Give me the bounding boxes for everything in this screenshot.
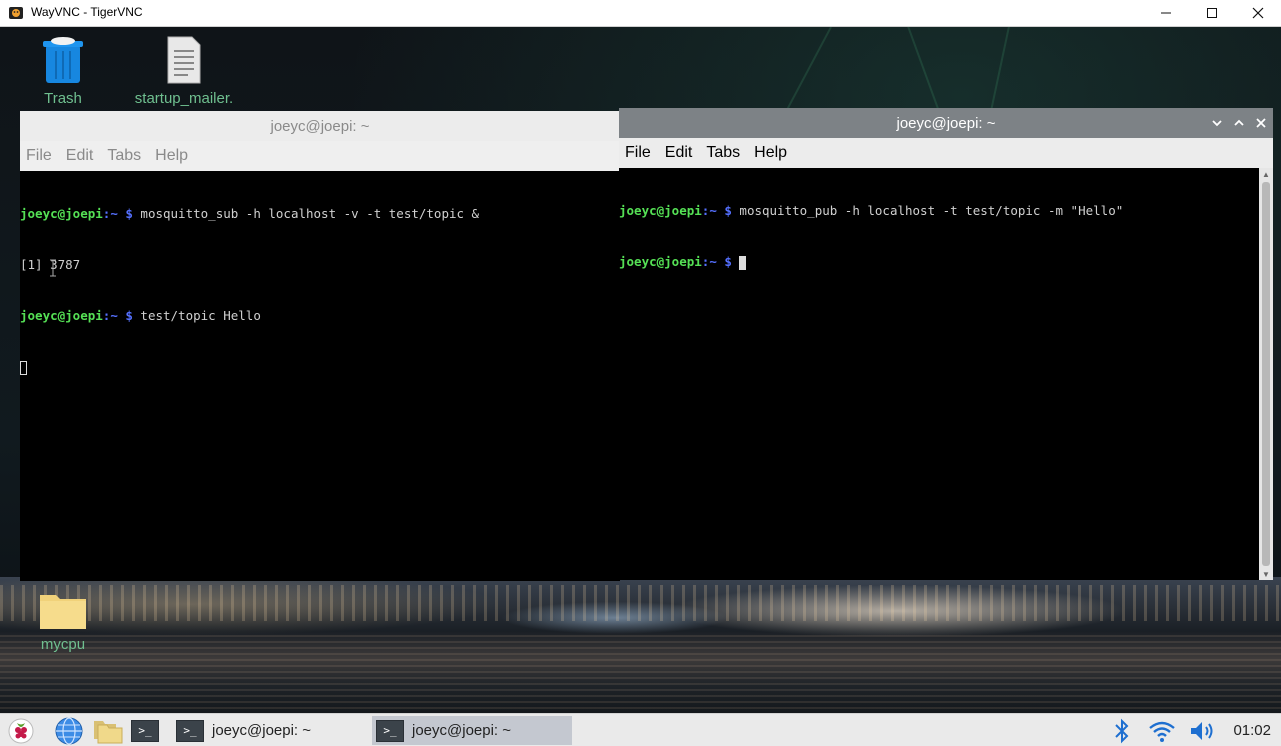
menu-file[interactable]: File [26, 147, 52, 165]
vnc-titlebar: WayVNC - TigerVNC [0, 0, 1281, 27]
text-cursor-icon [50, 259, 56, 277]
remote-desktop: Trash startup_mailer. mycpu joeyc@joepi:… [0, 27, 1281, 713]
close-icon [1252, 7, 1264, 19]
bluetooth-tray[interactable] [1113, 716, 1131, 745]
taskbar-task[interactable]: >_ joeyc@joepi: ~ [170, 716, 370, 745]
terminal-line: joeyc@joepi:~ $ mosquitto_pub -h localho… [619, 203, 1124, 218]
terminal-screen[interactable]: joeyc@joepi:~ $ mosquitto_pub -h localho… [619, 168, 1259, 580]
minimize-button[interactable] [1143, 0, 1189, 26]
terminal-icon: >_ [131, 719, 159, 742]
window-maximize-button[interactable] [1231, 115, 1247, 131]
menu-edit[interactable]: Edit [66, 147, 94, 165]
minimize-icon [1161, 12, 1171, 14]
scroll-down-arrow[interactable]: ▼ [1259, 568, 1273, 580]
menu-file[interactable]: File [625, 144, 651, 162]
terminal-screen[interactable]: joeyc@joepi:~ $ mosquitto_sub -h localho… [20, 171, 620, 581]
bluetooth-icon [1115, 718, 1129, 743]
volume-icon [1191, 721, 1213, 740]
terminal-line [20, 358, 620, 375]
terminal-menubar: File Edit Tabs Help [20, 141, 620, 171]
wallpaper-skyline [0, 585, 1281, 621]
terminal-titlebar[interactable]: joeyc@joepi: ~ [20, 111, 620, 141]
terminal-title: joeyc@joepi: ~ [896, 114, 996, 132]
terminal-scrollbar[interactable]: ▲ ▼ [1259, 168, 1273, 580]
menu-help[interactable]: Help [754, 144, 787, 162]
terminal-window-left[interactable]: joeyc@joepi: ~ File Edit Tabs Help joeyc… [20, 111, 620, 581]
terminal-title: joeyc@joepi: ~ [270, 117, 370, 135]
browser-launcher[interactable] [54, 716, 84, 745]
desktop-icon-label: startup_mailer. [134, 90, 234, 107]
tigervnc-app-icon [9, 7, 23, 19]
window-minimize-button[interactable] [1209, 115, 1225, 131]
close-icon [1256, 118, 1266, 128]
trash-icon [43, 37, 83, 83]
terminal-menubar: File Edit Tabs Help [619, 138, 1273, 168]
menu-edit[interactable]: Edit [665, 144, 693, 162]
wifi-tray[interactable] [1148, 716, 1176, 745]
wallpaper-cityscape [0, 577, 1281, 713]
desktop-icon-trash[interactable]: Trash [30, 35, 96, 107]
wallpaper-water [0, 635, 1281, 713]
taskbar-task-label: joeyc@joepi: ~ [212, 722, 312, 739]
wifi-icon [1149, 721, 1175, 742]
file-manager-launcher[interactable] [92, 716, 124, 745]
terminal-window-right[interactable]: joeyc@joepi: ~ File Edit Tabs Help joeyc… [619, 108, 1273, 580]
maximize-icon [1207, 8, 1217, 18]
text-file-icon [167, 36, 201, 84]
volume-tray[interactable] [1188, 716, 1218, 745]
hollow-cursor [20, 360, 27, 375]
clock[interactable]: 01:02 [1233, 722, 1271, 739]
taskbar: >_ >_ joeyc@joepi: ~ >_ joeyc@joepi: ~ 0… [0, 713, 1281, 746]
terminal-launcher[interactable]: >_ [131, 716, 159, 745]
window-close-button[interactable] [1253, 115, 1269, 131]
terminal-icon: >_ [176, 719, 204, 742]
terminal-line: [1] 3787 [20, 257, 81, 272]
close-button[interactable] [1235, 0, 1281, 26]
menu-tabs[interactable]: Tabs [706, 144, 740, 162]
vnc-window-title: WayVNC - TigerVNC [31, 5, 143, 19]
desktop-icon-label: mycpu [40, 636, 86, 653]
raspberry-pi-icon [8, 718, 34, 743]
terminal-line: joeyc@joepi:~ $ [619, 253, 1259, 270]
folder-icon [40, 595, 86, 629]
taskbar-task-active[interactable]: >_ joeyc@joepi: ~ [372, 716, 572, 745]
block-cursor [739, 255, 747, 270]
terminal-line: joeyc@joepi:~ $ mosquitto_sub -h localho… [20, 206, 480, 221]
raspberry-menu-button[interactable] [8, 716, 34, 745]
taskbar-task-label: joeyc@joepi: ~ [412, 722, 512, 739]
scroll-up-arrow[interactable]: ▲ [1259, 168, 1273, 180]
terminal-titlebar[interactable]: joeyc@joepi: ~ [619, 108, 1273, 138]
scrollbar-thumb[interactable] [1262, 182, 1270, 566]
chevron-down-icon [1212, 120, 1222, 127]
globe-icon [55, 716, 83, 745]
menu-tabs[interactable]: Tabs [107, 147, 141, 165]
menu-help[interactable]: Help [155, 147, 188, 165]
desktop-icon-startup-mailer[interactable]: startup_mailer. [128, 35, 240, 107]
terminal-icon: >_ [376, 719, 404, 742]
maximize-button[interactable] [1189, 0, 1235, 26]
chevron-up-icon [1234, 119, 1244, 126]
terminal-line: joeyc@joepi:~ $ test/topic Hello [20, 308, 261, 323]
desktop-icon-label: Trash [44, 90, 82, 107]
folders-icon [94, 720, 123, 743]
desktop-icon-mycpu[interactable]: mycpu [30, 589, 96, 653]
